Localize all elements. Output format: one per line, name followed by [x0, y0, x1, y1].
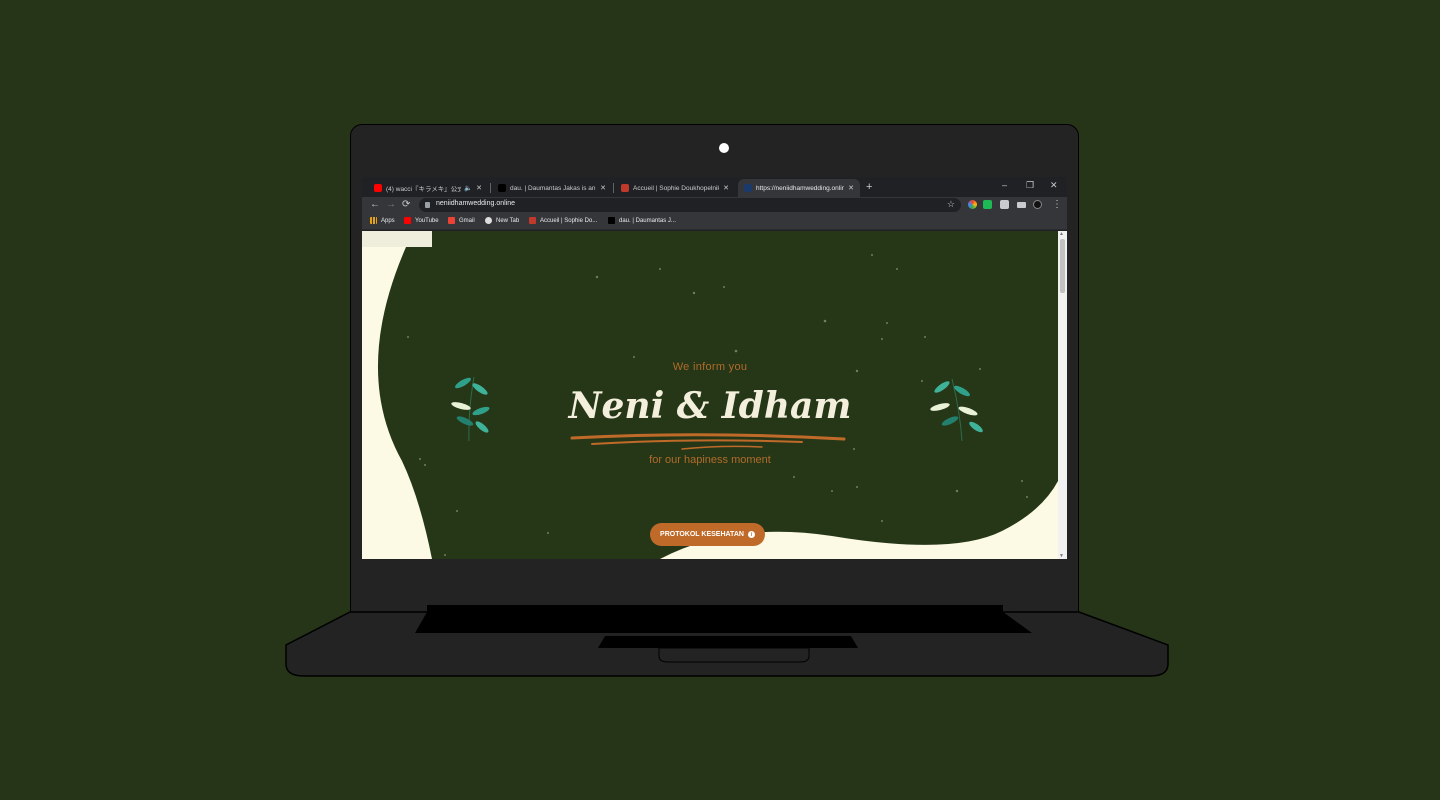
restore-button[interactable]: ❐: [1026, 180, 1034, 191]
tab-divider: [613, 183, 614, 193]
close-tab-icon[interactable]: ✕: [600, 184, 606, 192]
close-tab-icon[interactable]: ✕: [723, 184, 729, 192]
tab-strip: (4) wacci『キラメキ』公式とかりで 🔈 ✕ dau. | Daumant…: [362, 177, 1067, 197]
info-icon: i: [747, 531, 755, 538]
health-protocol-button[interactable]: PROTOKOL KESEHATAN i: [650, 523, 765, 546]
close-tab-icon[interactable]: ✕: [848, 184, 854, 192]
tab-wacci[interactable]: (4) wacci『キラメキ』公式とかりで 🔈 ✕: [368, 179, 488, 197]
sophie-icon: [529, 217, 536, 224]
bookmark-new-tab[interactable]: New Tab: [485, 217, 519, 224]
apps-grid-icon: [370, 217, 377, 224]
bookmark-sophie[interactable]: Accueil | Sophie Do...: [529, 217, 597, 224]
browser-window: (4) wacci『キラメキ』公式とかりで 🔈 ✕ dau. | Daumant…: [362, 177, 1067, 559]
reading-list-icon[interactable]: [1017, 202, 1026, 208]
address-bar[interactable]: neniidhamwedding.online ☆: [419, 198, 961, 212]
site-favicon-icon: [744, 184, 752, 192]
bookmarks-bar: Apps YouTube Gmail New Tab Accueil | Sop…: [362, 214, 1067, 230]
extensions-puzzle-icon[interactable]: [1000, 200, 1009, 209]
forward-button[interactable]: →: [386, 199, 396, 211]
new-tab-button[interactable]: +: [866, 181, 872, 193]
back-button[interactable]: ←: [370, 199, 380, 211]
bookmark-apps[interactable]: Apps: [370, 217, 395, 224]
youtube-icon: [404, 217, 411, 224]
scroll-up-icon[interactable]: ▲: [1059, 231, 1064, 237]
profile-avatar[interactable]: [1033, 200, 1042, 209]
dau-favicon-icon: [498, 184, 506, 192]
laptop-hinge: [427, 605, 1003, 633]
extension-green-icon[interactable]: [983, 200, 992, 209]
close-window-button[interactable]: ✕: [1050, 180, 1058, 191]
hero-subtitle-top: We inform you: [672, 361, 748, 373]
extension-color-icon[interactable]: [968, 200, 977, 209]
tab-sophie[interactable]: Accueil | Sophie Doukhopelnikoff ✕: [615, 179, 735, 197]
bookmark-dau[interactable]: dau. | Daumantas J...: [608, 217, 676, 224]
reload-button[interactable]: ⟳: [402, 199, 410, 211]
webcam: [719, 143, 729, 153]
browser-toolbar: ← → ⟳ neniidhamwedding.online ☆ ⋮: [362, 197, 1067, 214]
tab-divider: [490, 183, 491, 193]
close-tab-icon[interactable]: ✕: [476, 184, 482, 192]
hero-subtitle-bottom: for our hapiness moment: [649, 454, 771, 466]
page-scrollbar[interactable]: ▲ ▼: [1058, 231, 1067, 559]
wedding-page: We inform you Neni & Idham for our hapin…: [362, 231, 1058, 559]
lock-icon[interactable]: [425, 202, 430, 208]
speaker-icon[interactable]: 🔈: [464, 184, 472, 192]
couple-names: Neni & Idham: [568, 385, 852, 427]
tab-dau[interactable]: dau. | Daumantas Jakas is an awa ✕: [492, 179, 612, 197]
sophie-favicon-icon: [621, 184, 629, 192]
dau-icon: [608, 217, 615, 224]
bookmark-gmail[interactable]: Gmail: [448, 217, 475, 224]
menu-icon[interactable]: ⋮: [1052, 199, 1062, 211]
scroll-down-icon[interactable]: ▼: [1059, 553, 1064, 559]
bookmark-star-icon[interactable]: ☆: [947, 199, 955, 210]
tab-neni-idham[interactable]: https://neniidhamwedding.online ✕: [738, 179, 860, 197]
bookmark-youtube[interactable]: YouTube: [404, 217, 439, 224]
url-text[interactable]: neniidhamwedding.online: [436, 200, 515, 207]
globe-icon: [485, 217, 492, 224]
scrollbar-thumb[interactable]: [1060, 239, 1065, 293]
minimize-button[interactable]: –: [1002, 180, 1007, 190]
youtube-favicon-icon: [374, 184, 382, 192]
gmail-icon: [448, 217, 455, 224]
